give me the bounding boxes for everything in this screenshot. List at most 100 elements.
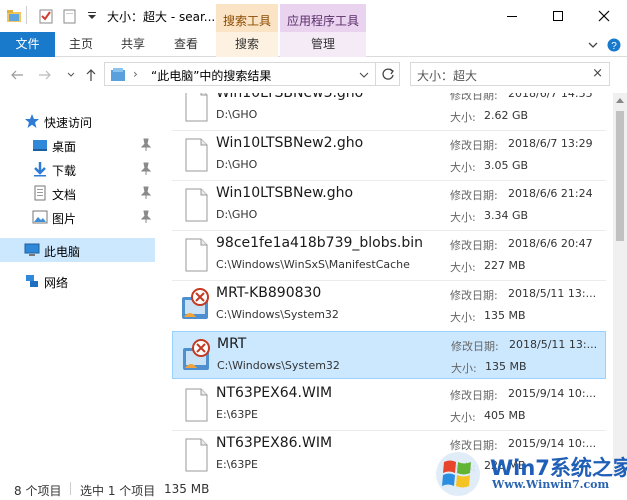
document-icon — [185, 138, 208, 172]
file-name: 98ce1fe1a418b739_blobs.bin — [216, 235, 424, 251]
context-tab-search-tools: 搜索工具 — [216, 4, 278, 32]
size-label: 大小: — [450, 311, 476, 324]
watermark: Win7系统之家 Www.Winwin7.com — [428, 448, 627, 500]
document-icon — [185, 238, 208, 272]
file-path: C:\Windows\System32 — [216, 308, 339, 321]
document-icon — [185, 438, 208, 472]
file-name: Win10LTSBNew3.gho — [216, 93, 364, 101]
file-path: D:\GHO — [216, 208, 258, 221]
chevron-down-icon[interactable] — [359, 71, 369, 79]
back-button[interactable] — [8, 65, 26, 85]
file-name: NT63PEX86.WIM — [216, 435, 333, 451]
document-icon — [185, 93, 208, 122]
windows-logo-icon — [436, 452, 480, 496]
file-size: 3.34 GB — [484, 209, 529, 222]
tab-share[interactable]: 共享 — [110, 32, 156, 57]
file-list: Win10LTSBNew3.gho D:\GHO 修改日期: 2018/6/7 14:… — [160, 93, 613, 476]
tab-home[interactable]: 主页 — [58, 32, 104, 57]
file-row[interactable]: 98ce1fe1a418b739_blobs.bin C:\Windows\Win… — [172, 231, 606, 279]
modified-date: 2018/5/11 13:... — [509, 338, 598, 351]
context-tab-app-tools: 应用程序工具 — [280, 4, 366, 32]
pin-icon[interactable] — [140, 186, 152, 200]
properties-icon[interactable] — [38, 8, 54, 24]
scroll-up-icon[interactable] — [616, 97, 624, 103]
size-label: 大小: — [450, 111, 476, 124]
modified-label: 修改日期: — [450, 189, 498, 202]
modified-label: 修改日期: — [450, 139, 498, 152]
size-label: 大小: — [451, 362, 477, 375]
chevron-down-icon — [588, 42, 598, 48]
file-row[interactable]: MRT C:\Windows\System32 修改日期: 2018/5/11 13:… — [172, 331, 606, 379]
forward-button[interactable] — [36, 65, 54, 85]
nav-item-pictures[interactable]: 图片 — [0, 206, 160, 228]
file-size: 2.62 GB — [484, 109, 529, 122]
this-pc-icon — [24, 243, 40, 256]
pin-icon[interactable] — [140, 162, 152, 176]
modified-label: 修改日期: — [450, 93, 498, 102]
file-path: E:\63PE — [216, 458, 258, 471]
file-row[interactable]: NT63PEX64.WIM E:\63PE 修改日期: 2015/9/14 10:..… — [172, 381, 606, 429]
arrow-right-icon — [39, 70, 51, 80]
document-icon — [185, 188, 208, 222]
vertical-scrollbar[interactable] — [613, 93, 627, 476]
selection-size: 135 MB — [164, 482, 210, 496]
close-icon — [598, 10, 610, 22]
nav-item-label: 下载 — [52, 164, 77, 178]
modified-date: 2018/6/7 14:55 — [508, 93, 593, 100]
nav-item-downloads[interactable]: 下载 — [0, 158, 160, 180]
nav-item-documents[interactable]: 文档 — [0, 182, 160, 204]
tab-file[interactable]: 文件 — [0, 32, 55, 57]
clear-search-icon[interactable]: × — [592, 66, 603, 81]
refresh-button[interactable] — [376, 62, 400, 86]
file-row[interactable]: MRT-KB890830 C:\Windows\System32 修改日期: 2018… — [172, 281, 606, 329]
selection-count: 选中 1 个项目 — [80, 484, 156, 498]
mrt-app-icon — [182, 288, 209, 319]
size-label: 大小: — [450, 261, 476, 274]
modified-label: 修改日期: — [450, 389, 498, 402]
help-button[interactable]: ? — [606, 37, 622, 53]
customize-qat-icon[interactable] — [84, 8, 100, 24]
desktop-icon — [33, 140, 47, 151]
svg-text:?: ? — [611, 41, 617, 52]
file-size: 135 MB — [485, 360, 527, 373]
scrollbar-thumb[interactable] — [616, 111, 624, 241]
tab-view[interactable]: 查看 — [163, 32, 209, 57]
nav-item-label: 此电脑 — [44, 245, 81, 259]
size-label: 大小: — [450, 411, 476, 424]
pictures-icon — [32, 210, 48, 224]
new-folder-icon[interactable] — [62, 8, 78, 24]
minimize-icon — [507, 16, 517, 17]
tab-manage[interactable]: 管理 — [280, 32, 366, 57]
tab-search[interactable]: 搜索 — [216, 32, 278, 57]
address-bar[interactable]: › “此电脑”中的搜索结果 — [104, 62, 376, 86]
search-input[interactable]: 大小：超大 × — [410, 62, 610, 86]
breadcrumb[interactable]: “此电脑”中的搜索结果 — [151, 67, 271, 84]
expand-ribbon-button[interactable] — [585, 37, 601, 53]
file-path: D:\GHO — [216, 158, 258, 171]
close-button[interactable] — [581, 0, 627, 32]
modified-date: 2018/6/6 20:47 — [508, 237, 593, 250]
nav-item-this-pc[interactable]: 此电脑 — [0, 238, 155, 262]
file-row[interactable]: Win10LTSBNew.gho D:\GHO 修改日期: 2018/6/6 21:2… — [172, 181, 606, 229]
refresh-icon — [381, 68, 394, 80]
pin-icon[interactable] — [140, 138, 152, 152]
file-path: E:\63PE — [216, 408, 258, 421]
folder-icon[interactable] — [6, 8, 22, 24]
maximize-button[interactable] — [535, 0, 581, 32]
nav-item-network[interactable]: 网络 — [0, 270, 160, 292]
documents-icon — [34, 185, 46, 201]
minimize-button[interactable] — [489, 0, 535, 32]
file-path: C:\Windows\WinSxS\ManifestCache — [216, 258, 410, 271]
pin-icon[interactable] — [140, 210, 152, 224]
nav-item-desktop[interactable]: 桌面 — [0, 134, 160, 156]
file-name: NT63PEX64.WIM — [216, 385, 333, 401]
arrow-left-icon — [11, 70, 23, 80]
maximize-icon — [553, 11, 563, 21]
file-row[interactable]: Win10LTSBNew3.gho D:\GHO 修改日期: 2018/6/7 14:… — [172, 93, 606, 129]
up-button[interactable] — [82, 65, 100, 85]
recent-locations-button[interactable] — [62, 65, 80, 85]
file-row[interactable]: Win10LTSBNew2.gho D:\GHO 修改日期: 2018/6/7 13:… — [172, 131, 606, 179]
nav-item-quick-access[interactable]: 快速访问 — [0, 110, 160, 132]
file-name: MRT — [217, 336, 247, 352]
modified-date: 2018/6/6 21:24 — [508, 187, 593, 200]
